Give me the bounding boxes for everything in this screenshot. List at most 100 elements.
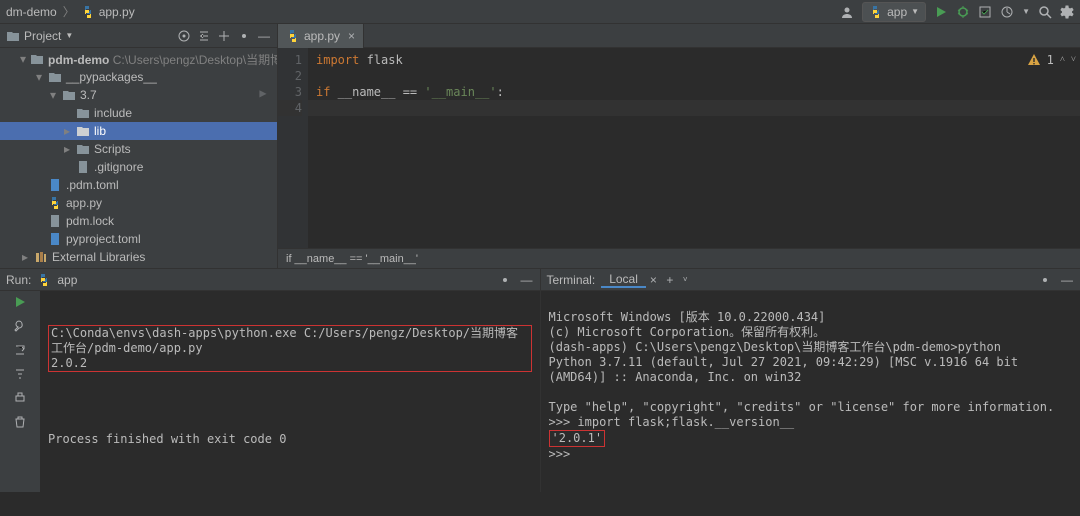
chevron-right-icon[interactable]: ▸ [20, 252, 30, 262]
top-bar: dm-demo 〉 app.py app ▼ ▼ [0, 0, 1080, 24]
python-file-icon [81, 5, 95, 19]
toml-file-icon [48, 232, 62, 246]
breadcrumb-root[interactable]: dm-demo [6, 5, 57, 19]
tree-item[interactable]: Scratches and Consoles [0, 266, 277, 268]
python-file-icon [286, 29, 300, 43]
gear-icon[interactable] [1060, 5, 1074, 19]
tree-item[interactable]: ▸External Libraries [0, 248, 277, 266]
hide-icon[interactable]: — [257, 29, 271, 43]
tree-item[interactable]: app.py [0, 194, 277, 212]
run-panel: Run: app — C:\Conda\envs\dash-apps\pytho… [0, 269, 540, 492]
chevron-down-icon[interactable]: ▾ [48, 90, 58, 100]
run-console[interactable]: C:\Conda\envs\dash-apps\python.exe C:/Us… [40, 291, 540, 492]
file-icon [48, 214, 62, 228]
print-icon[interactable] [13, 391, 27, 405]
breadcrumb-sep: 〉 [63, 3, 75, 20]
run-button[interactable] [934, 5, 948, 19]
chevron-right-icon[interactable]: ▸ [62, 144, 72, 154]
project-header: Project ▼ — [0, 24, 277, 48]
chevron-right-icon[interactable]: ▸ [62, 126, 72, 136]
terminal-panel: Terminal: Local × + ˅ — Microsoft Window… [540, 269, 1080, 492]
warning-icon [1027, 53, 1041, 67]
chevron-down-icon: ▼ [911, 7, 919, 16]
collapse-icon[interactable] [217, 29, 231, 43]
project-tree[interactable]: ▾ pdm-demo C:\Users\pengz\Desktop\当期博客工作… [0, 48, 277, 268]
root-label: pdm-demo [48, 53, 109, 67]
chevron-down-icon[interactable]: ▼ [65, 31, 73, 40]
debug-button[interactable] [956, 5, 970, 19]
tree-item[interactable]: pdm.lock [0, 212, 277, 230]
tree-item[interactable]: include [0, 104, 277, 122]
filter-icon[interactable] [13, 367, 27, 381]
user-icon[interactable] [840, 5, 854, 19]
warning-count: 1 [1047, 52, 1054, 68]
trash-icon[interactable] [13, 415, 27, 429]
tree-item[interactable]: pyproject.toml [0, 230, 277, 248]
python-icon [869, 5, 883, 19]
profile-button[interactable] [1000, 5, 1014, 19]
blank [62, 108, 72, 118]
inspection-widget[interactable]: 1 ˄ ˅ [1027, 52, 1076, 68]
breadcrumb-file[interactable]: app.py [99, 5, 135, 19]
close-icon[interactable]: × [348, 29, 355, 43]
wrench-icon[interactable] [13, 319, 27, 333]
editor-body[interactable]: 123▶4 import flask if __name__ == '__mai… [278, 48, 1080, 248]
folder-icon [76, 106, 90, 120]
hide-icon[interactable]: — [1060, 273, 1074, 287]
file-icon [76, 160, 90, 174]
rerun-button[interactable] [13, 295, 27, 309]
terminal-header: Terminal: Local × + ˅ — [541, 269, 1080, 291]
chevron-up-icon[interactable]: ˄ [1060, 52, 1065, 68]
tree-item[interactable]: .gitignore [0, 158, 277, 176]
tree-root[interactable]: ▾ pdm-demo C:\Users\pengz\Desktop\当期博客工作… [0, 50, 277, 68]
chevron-down-icon[interactable]: ˅ [683, 275, 688, 284]
chevron-down-icon[interactable]: ▾ [34, 72, 44, 82]
run-config[interactable]: app [57, 273, 77, 287]
expand-icon[interactable] [197, 29, 211, 43]
chevron-down-icon[interactable]: ▼ [1022, 7, 1030, 16]
terminal-console[interactable]: Microsoft Windows [版本 10.0.22000.434] (c… [541, 291, 1080, 492]
tree-item[interactable]: ▾__pypackages__ [0, 68, 277, 86]
tree-item[interactable]: ▸Scripts [0, 140, 277, 158]
editor-tab[interactable]: app.py × [278, 24, 364, 48]
code-area[interactable]: import flask if __name__ == '__main__': … [308, 48, 1080, 248]
hide-icon[interactable]: — [520, 273, 534, 287]
run-label: Run: [6, 273, 31, 287]
close-icon[interactable]: × [650, 273, 657, 287]
top-toolbar: app ▼ ▼ [840, 2, 1074, 22]
python-file-icon [48, 196, 62, 210]
project-label[interactable]: Project [24, 29, 61, 43]
tree-item[interactable]: .pdm.toml [0, 176, 277, 194]
run-config-dropdown[interactable]: app ▼ [862, 2, 926, 22]
folder-icon [6, 29, 20, 43]
tree-item[interactable]: ▾3.7 [0, 86, 277, 104]
step-icon[interactable] [13, 343, 27, 357]
gear-icon[interactable] [498, 273, 512, 287]
coverage-button[interactable] [978, 5, 992, 19]
tab-label: app.py [304, 29, 340, 43]
toml-file-icon [48, 178, 62, 192]
root-path: C:\Users\pengz\Desktop\当期博客工作台\pd [113, 53, 277, 67]
gear-icon[interactable] [1038, 273, 1052, 287]
target-icon[interactable] [177, 29, 191, 43]
editor-breadcrumb[interactable]: if __name__ == '__main__' [278, 248, 1080, 268]
run-panel-header: Run: app — [0, 269, 540, 291]
tree-item-selected[interactable]: ▸lib [0, 122, 277, 140]
folder-icon [76, 142, 90, 156]
add-tab-button[interactable]: + [663, 273, 677, 287]
terminal-label: Terminal: [547, 273, 596, 287]
folder-icon [30, 52, 44, 66]
editor: app.py × 123▶4 import flask if __name__ … [278, 24, 1080, 268]
editor-tabs: app.py × [278, 24, 1080, 48]
folder-icon [62, 88, 76, 102]
gear-icon[interactable] [237, 29, 251, 43]
chevron-down-icon[interactable]: ˅ [1071, 52, 1076, 68]
python-icon [37, 273, 51, 287]
search-icon[interactable] [1038, 5, 1052, 19]
chevron-down-icon[interactable]: ▾ [20, 54, 26, 64]
editor-gutter: 123▶4 [278, 48, 308, 248]
terminal-tab[interactable]: Local [601, 272, 646, 288]
folder-icon [76, 124, 90, 138]
library-icon [34, 250, 48, 264]
folder-icon [48, 70, 62, 84]
